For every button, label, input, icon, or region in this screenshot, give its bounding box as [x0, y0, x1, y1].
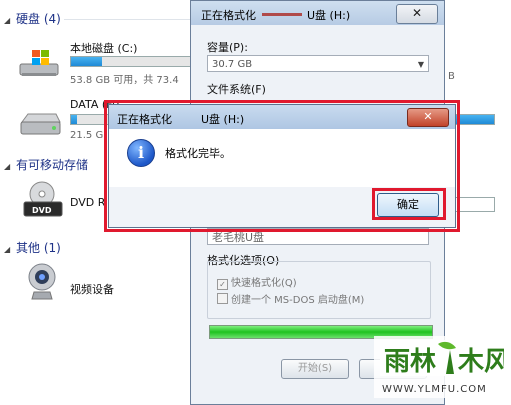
message-dialog-close-button[interactable]: ✕	[407, 108, 449, 127]
group-header-other[interactable]: ◢ 其他 (1)	[4, 239, 61, 256]
ok-button[interactable]: 确定	[377, 193, 439, 217]
drive-c-usage-fill	[71, 57, 103, 66]
message-dialog-title-drive: U盘 (H:)	[201, 113, 245, 126]
collapse-triangle-icon[interactable]: ◢	[4, 162, 16, 171]
info-glyph: i	[137, 143, 145, 162]
checkbox-icon	[217, 293, 228, 304]
windows-drive-icon[interactable]	[18, 46, 62, 80]
volume-label-value: 老毛桃U盘	[212, 231, 265, 244]
svg-text:WWW.YLMFU.COM: WWW.YLMFU.COM	[382, 384, 487, 395]
group-divider	[64, 19, 192, 20]
video-device-name[interactable]: 视频设备	[70, 281, 114, 297]
chevron-down-icon: ▼	[417, 60, 424, 69]
svg-text:DVD: DVD	[32, 206, 52, 215]
drive-c-name[interactable]: 本地磁盘 (C:)	[70, 40, 137, 56]
watermark-brand-left: 雨林	[384, 347, 436, 377]
message-dialog-title: 正在格式化 U盘 (H:)	[117, 111, 244, 127]
volume-label-input[interactable]: 老毛桃U盘	[207, 228, 429, 245]
info-icon: i	[127, 139, 155, 167]
redacted-mark	[261, 13, 302, 16]
drive-data-space-text: 21.5 G	[70, 130, 104, 141]
close-icon: ✕	[423, 110, 433, 123]
message-text: 格式化完毕。	[165, 147, 231, 160]
drive-data-usage-fill	[71, 115, 77, 124]
start-button-label: 开始(S)	[297, 363, 333, 374]
checkbox-icon: ✓	[217, 279, 228, 290]
quick-format-checkbox[interactable]: ✓ 快速格式化(Q)	[217, 274, 297, 290]
quick-format-label: 快速格式化(Q)	[231, 278, 297, 289]
msdos-boot-label: 创建一个 MS-DOS 启动盘(M)	[231, 295, 365, 306]
watermark-url: WWW.YLMFU.COM	[382, 384, 487, 395]
svg-text:雨林: 雨林	[384, 347, 436, 377]
start-button[interactable]: 开始(S)	[281, 359, 349, 379]
close-icon: ✕	[411, 6, 423, 20]
dvd-drive-icon[interactable]: DVD	[22, 180, 64, 220]
drive-c-space-text: 53.8 GB 可用，共 73.4	[70, 75, 179, 86]
capacity-value: 30.7 GB	[212, 59, 253, 70]
msdos-boot-checkbox[interactable]: 创建一个 MS-DOS 启动盘(M)	[217, 291, 364, 306]
group-header-removable[interactable]: ◢ 有可移动存储	[4, 156, 88, 173]
collapse-triangle-icon[interactable]: ◢	[4, 16, 16, 25]
capacity-select[interactable]: 30.7 GB ▼	[207, 55, 429, 72]
webcam-icon[interactable]	[24, 262, 60, 302]
filesystem-label: 文件系统(F)	[207, 83, 266, 96]
collapse-triangle-icon[interactable]: ◢	[4, 245, 16, 254]
ok-button-label: 确定	[397, 198, 419, 211]
format-dialog-close-button[interactable]: ✕	[396, 4, 438, 24]
message-dialog-titlebar[interactable]: 正在格式化 U盘 (H:) ✕	[109, 105, 455, 129]
format-dialog-titlebar[interactable]: 正在格式化 U盘 (H:) ✕	[191, 1, 444, 25]
drive-c-usage-bar	[70, 56, 192, 67]
group-header-removable-label: 有可移动存储	[16, 158, 89, 172]
format-dialog-title: 正在格式化 U盘 (H:)	[201, 7, 350, 23]
group-header-other-label: 其他 (1)	[16, 241, 61, 255]
watermark-logo: 雨林 木风 WWW.YLMFU.COM	[374, 336, 510, 398]
drive-data-usage-bar	[70, 114, 110, 125]
group-header-hdd-label: 硬盘 (4)	[16, 12, 61, 26]
right-edge-label: B	[448, 71, 455, 82]
hard-drive-icon[interactable]	[18, 110, 62, 140]
message-dialog-title-prefix: 正在格式化	[117, 113, 172, 126]
group-header-hdd[interactable]: ◢ 硬盘 (4)	[4, 10, 61, 27]
capacity-label: 容量(P):	[207, 41, 248, 54]
svg-text:木风: 木风	[457, 347, 504, 377]
dvd-drive-name[interactable]: DVD R	[70, 196, 105, 209]
format-options-group	[207, 261, 431, 319]
format-dialog-title-prefix: 正在格式化	[201, 9, 256, 22]
format-complete-dialog: 正在格式化 U盘 (H:) ✕ i 格式化完毕。 确定	[108, 104, 456, 228]
format-dialog-title-drive: U盘 (H:)	[307, 9, 351, 22]
message-dialog-body: i 格式化完毕。	[109, 129, 455, 187]
watermark-brand-right: 木风	[457, 347, 504, 377]
